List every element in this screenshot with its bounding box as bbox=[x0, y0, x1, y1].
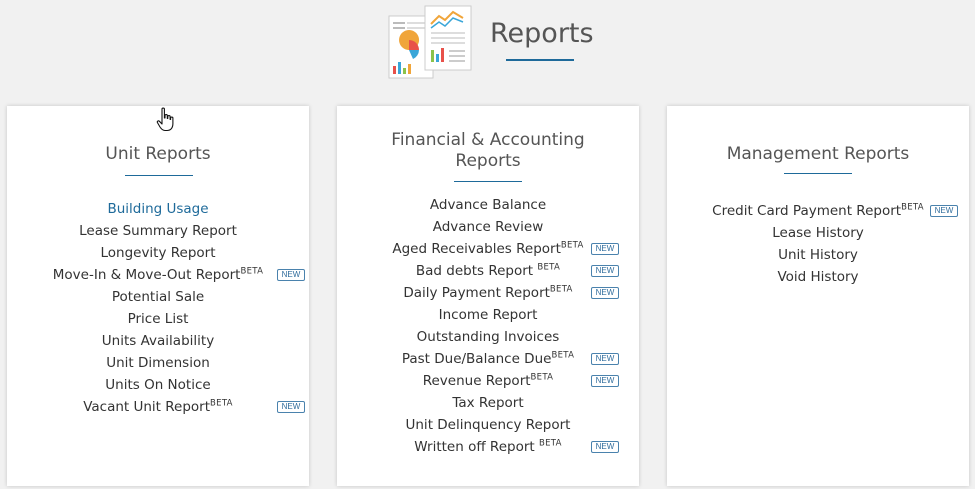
report-link-tax-report[interactable]: Tax Report bbox=[337, 392, 639, 414]
card-title: Unit Reports bbox=[7, 144, 309, 165]
card-title-underline bbox=[125, 175, 193, 176]
report-link-written-off-report[interactable]: Written off Report BETA NEW bbox=[337, 436, 639, 458]
beta-tag: BETA bbox=[549, 284, 573, 295]
report-label: Potential Sale bbox=[111, 289, 205, 305]
report-label: Tax Report bbox=[452, 395, 524, 411]
reports-icon bbox=[388, 5, 472, 79]
report-label: Bad debts Report bbox=[415, 263, 538, 279]
card-title: Financial & Accounting Reports bbox=[337, 130, 639, 172]
new-badge: NEW bbox=[277, 269, 305, 281]
report-label: Income Report bbox=[438, 307, 538, 323]
card-title-text: Financial & Accounting bbox=[391, 130, 585, 150]
report-label: Vacant Unit Report bbox=[83, 399, 211, 415]
report-label: Unit Delinquency Report bbox=[405, 417, 571, 433]
report-label: Lease History bbox=[772, 225, 864, 241]
report-label: Void History bbox=[777, 269, 859, 285]
report-label: Past Due/Balance Due bbox=[401, 351, 552, 367]
beta-tag: BETA bbox=[551, 350, 575, 361]
card-title-text: Unit Reports bbox=[105, 144, 211, 164]
new-badge: NEW bbox=[277, 401, 305, 413]
management-reports-card: Management Reports Credit Card Payment R… bbox=[667, 106, 969, 486]
new-badge: NEW bbox=[591, 265, 619, 277]
report-label: Building Usage bbox=[107, 201, 209, 217]
new-badge: NEW bbox=[930, 205, 958, 217]
beta-tag: BETA bbox=[210, 398, 233, 409]
new-badge: NEW bbox=[591, 243, 619, 255]
new-badge: NEW bbox=[591, 353, 619, 365]
financial-accounting-card: Financial & Accounting Reports Advance B… bbox=[337, 106, 639, 486]
report-label: Unit Dimension bbox=[106, 355, 210, 371]
card-title-text: Reports bbox=[455, 151, 521, 171]
report-link-daily-payment-report[interactable]: Daily Payment ReportBETA NEW bbox=[337, 282, 639, 304]
report-label: Written off Report bbox=[414, 439, 539, 455]
report-label: Advance Review bbox=[432, 219, 544, 235]
report-link-price-list[interactable]: Price List bbox=[7, 308, 309, 330]
beta-tag: BETA bbox=[240, 266, 264, 277]
report-label: Credit Card Payment Report bbox=[712, 203, 902, 219]
report-label: Longevity Report bbox=[100, 245, 216, 261]
report-link-aged-receivables-report[interactable]: Aged Receivables ReportBETA NEW bbox=[337, 238, 639, 260]
beta-tag: BETA bbox=[901, 202, 924, 213]
hand-cursor-icon bbox=[156, 107, 174, 132]
report-label: Unit History bbox=[778, 247, 858, 263]
report-link-unit-history[interactable]: Unit History bbox=[667, 244, 969, 266]
page-title: Reports bbox=[490, 18, 594, 49]
report-label: Outstanding Invoices bbox=[416, 329, 560, 345]
report-link-income-report[interactable]: Income Report bbox=[337, 304, 639, 326]
report-link-lease-history[interactable]: Lease History bbox=[667, 222, 969, 244]
report-label: Lease Summary Report bbox=[79, 223, 237, 239]
card-title-underline bbox=[454, 181, 522, 182]
new-badge: NEW bbox=[591, 375, 619, 387]
report-link-units-on-notice[interactable]: Units On Notice bbox=[7, 374, 309, 396]
report-link-outstanding-invoices[interactable]: Outstanding Invoices bbox=[337, 326, 639, 348]
report-link-units-availability[interactable]: Units Availability bbox=[7, 330, 309, 352]
page-header: Reports bbox=[0, 0, 975, 100]
report-link-advance-review[interactable]: Advance Review bbox=[337, 216, 639, 238]
report-list: Advance Balance Advance Review Aged Receiv… bbox=[337, 194, 639, 458]
report-link-revenue-report[interactable]: Revenue ReportBETA NEW bbox=[337, 370, 639, 392]
beta-tag: BETA bbox=[537, 262, 561, 273]
report-link-longevity-report[interactable]: Longevity Report bbox=[7, 242, 309, 264]
report-list: Building Usage Lease Summary Report Longev… bbox=[7, 198, 309, 418]
report-label: Daily Payment Report bbox=[403, 285, 550, 301]
report-link-move-in-and-move-out-report[interactable]: Move-In & Move-Out ReportBETA NEW bbox=[7, 264, 309, 286]
unit-reports-card: Unit Reports Building Usage Lease Summary… bbox=[7, 106, 309, 486]
report-link-building-usage[interactable]: Building Usage bbox=[7, 198, 309, 220]
beta-tag: BETA bbox=[538, 438, 562, 449]
report-link-potential-sale[interactable]: Potential Sale bbox=[7, 286, 309, 308]
report-link-credit-card-payment-report[interactable]: Credit Card Payment ReportBETA NEW bbox=[667, 200, 969, 222]
report-label: Units On Notice bbox=[105, 377, 211, 393]
report-label: Move-In & Move-Out Report bbox=[52, 267, 241, 283]
new-badge: NEW bbox=[591, 287, 619, 299]
report-list: Credit Card Payment ReportBETA NEW Lease H… bbox=[667, 200, 969, 288]
report-label: Advance Balance bbox=[429, 197, 547, 213]
report-link-void-history[interactable]: Void History bbox=[667, 266, 969, 288]
report-link-vacant-unit-report[interactable]: Vacant Unit ReportBETA NEW bbox=[7, 396, 309, 418]
report-label: Aged Receivables Report bbox=[392, 241, 561, 257]
report-link-advance-balance[interactable]: Advance Balance bbox=[337, 194, 639, 216]
report-link-unit-dimension[interactable]: Unit Dimension bbox=[7, 352, 309, 374]
beta-tag: BETA bbox=[530, 372, 554, 383]
beta-tag: BETA bbox=[560, 240, 584, 251]
title-underline bbox=[506, 59, 574, 61]
report-link-bad-debts-report[interactable]: Bad debts Report BETA NEW bbox=[337, 260, 639, 282]
card-title-underline bbox=[784, 173, 852, 174]
report-link-past-due-balance-due[interactable]: Past Due/Balance DueBETA NEW bbox=[337, 348, 639, 370]
report-link-unit-delinquency-report[interactable]: Unit Delinquency Report bbox=[337, 414, 639, 436]
report-label: Price List bbox=[127, 311, 189, 327]
report-label: Revenue Report bbox=[422, 373, 531, 389]
report-label: Units Availability bbox=[101, 333, 215, 349]
card-title-text: Management Reports bbox=[726, 144, 910, 164]
card-title: Management Reports bbox=[667, 144, 969, 165]
report-link-lease-summary-report[interactable]: Lease Summary Report bbox=[7, 220, 309, 242]
new-badge: NEW bbox=[591, 441, 619, 453]
